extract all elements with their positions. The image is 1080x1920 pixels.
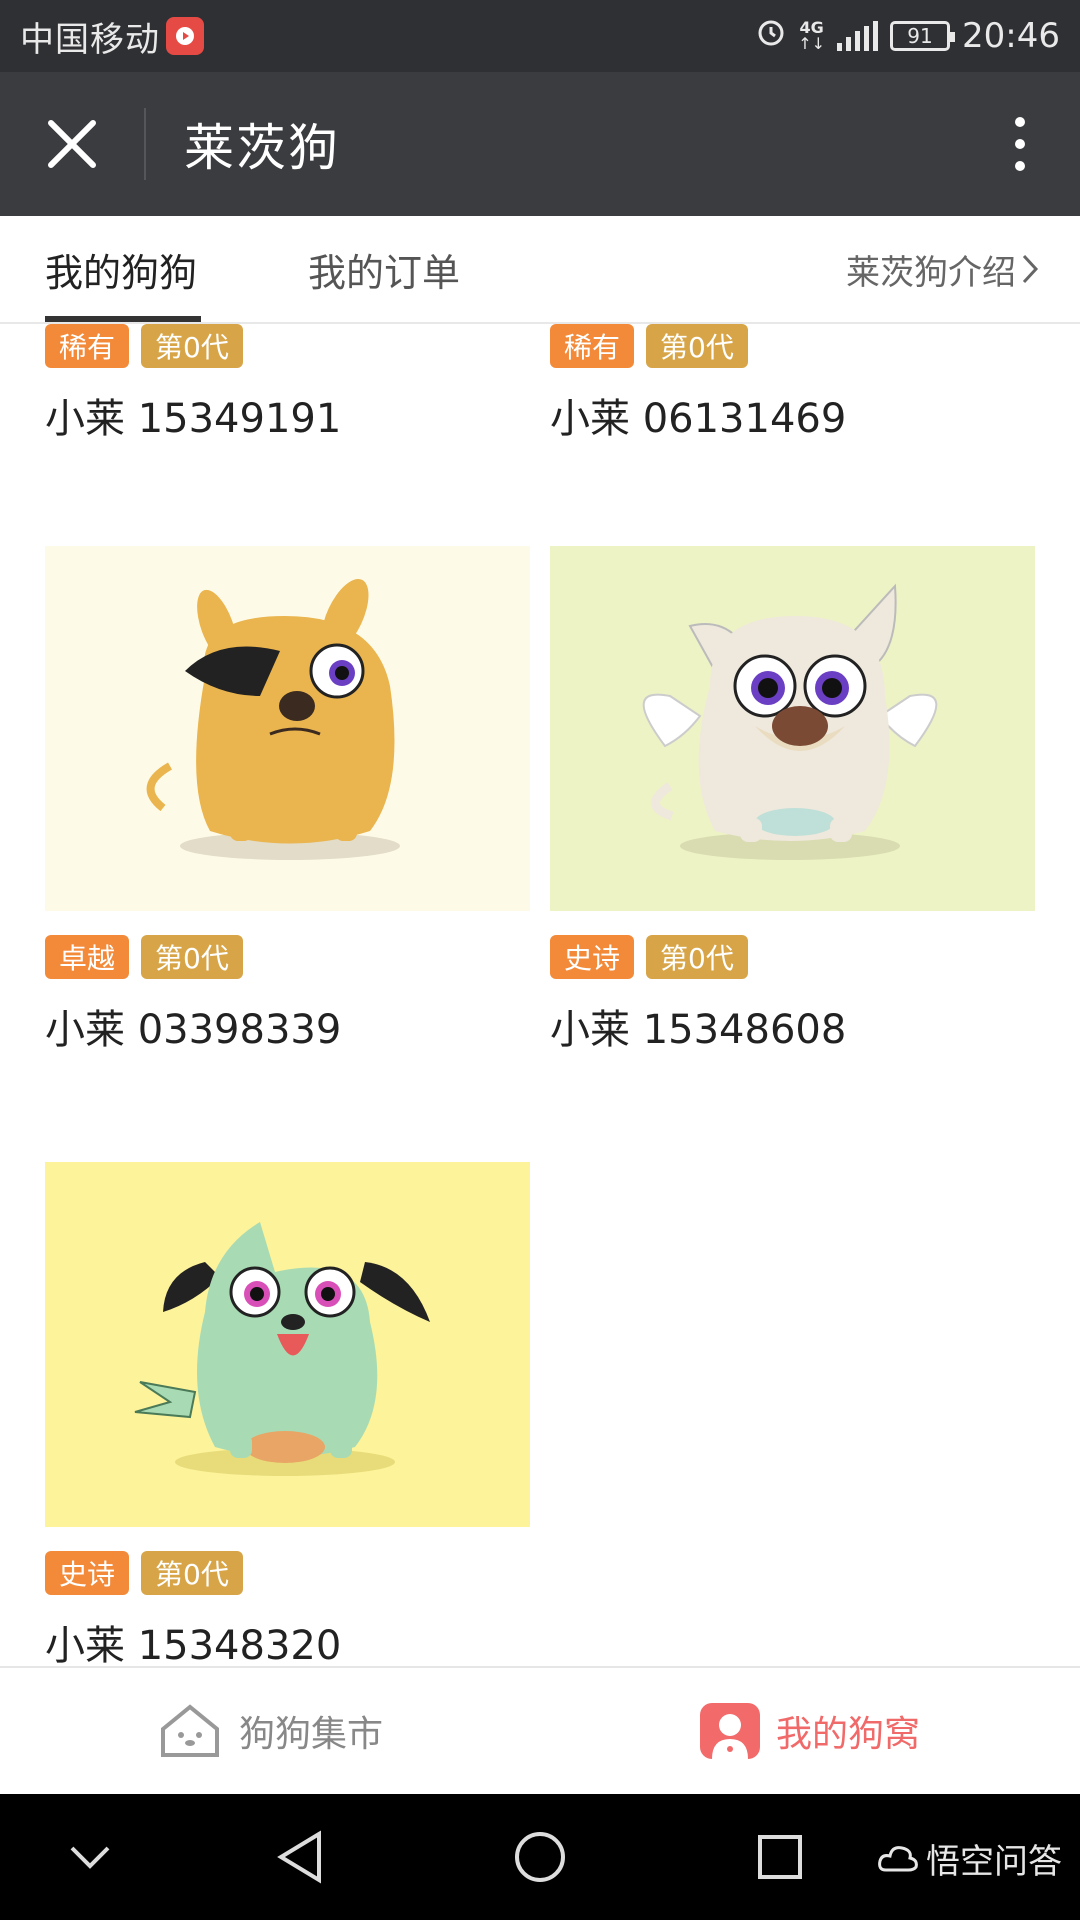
dog-name: 小莱 15348320: [45, 1623, 342, 1666]
title-bar: 莱茨狗: [0, 72, 1080, 216]
rarity-tag: 史诗: [45, 1551, 130, 1595]
dog-name: 小莱 15348608: [550, 1007, 847, 1053]
generation-tag: 第0代: [646, 324, 748, 368]
generation-tag: 第0代: [141, 935, 243, 979]
title-divider: [144, 108, 146, 180]
close-icon: [48, 120, 96, 168]
dog-name: 小莱 15349191: [45, 396, 342, 442]
home-button[interactable]: [480, 1794, 600, 1920]
alarm-icon: [756, 16, 786, 56]
generation-tag: 第0代: [141, 1551, 243, 1595]
recents-square-icon: [758, 1835, 802, 1879]
dog-name: 小莱 06131469: [550, 396, 847, 442]
home-circle-icon: [515, 1832, 565, 1882]
close-button[interactable]: [0, 72, 144, 216]
dog-image: [45, 546, 530, 911]
rarity-tag: 史诗: [550, 935, 635, 979]
tab-my-orders[interactable]: 我的订单: [308, 216, 460, 322]
intro-link[interactable]: 莱茨狗介绍: [846, 216, 1040, 322]
clock: 20:46: [962, 16, 1060, 56]
dog-card[interactable]: 卓越 第0代 小莱 03398339: [45, 546, 530, 1055]
system-nav-bar: 悟空问答: [0, 1794, 1080, 1920]
dog-card[interactable]: 稀有 第0代 小莱 15349191: [45, 324, 530, 444]
dog-card[interactable]: 稀有 第0代 小莱 06131469: [550, 324, 1035, 444]
chevron-right-icon: [1022, 254, 1039, 284]
back-triangle-icon: [277, 1830, 321, 1884]
tab-my-dogs[interactable]: 我的狗狗: [45, 216, 197, 322]
generation-tag: 第0代: [141, 324, 243, 368]
hide-keyboard-button[interactable]: [30, 1794, 150, 1920]
dog-card[interactable]: 史诗 第0代 小莱 15348608: [550, 546, 1035, 1055]
watermark-text: 悟空问答: [926, 1842, 1062, 1882]
tab-bar: 我的狗狗 我的订单 莱茨狗介绍: [0, 216, 1080, 324]
app-notification-icon: [166, 17, 204, 55]
rarity-tag: 卓越: [45, 935, 130, 979]
page-title: 莱茨狗: [184, 119, 340, 177]
nav-dog-market-label: 狗狗集市: [238, 1714, 383, 1755]
recents-button[interactable]: [720, 1794, 840, 1920]
watermark: 悟空问答: [878, 1834, 1062, 1883]
battery-icon: 91: [890, 21, 956, 51]
network-type: 4G ↑↓: [798, 18, 826, 53]
nav-my-kennel[interactable]: 我的狗窝: [540, 1668, 1080, 1794]
dog-card[interactable]: 史诗 第0代 小莱 15348320: [45, 1162, 530, 1666]
dog-house-icon: [160, 1704, 219, 1757]
dog-name: 小莱 03398339: [45, 1007, 342, 1053]
generation-tag: 第0代: [646, 935, 748, 979]
rarity-tag: 稀有: [45, 324, 130, 368]
carrier-name: 中国移动: [20, 19, 160, 60]
my-kennel-icon: [699, 1703, 760, 1759]
status-bar: 中国移动 4G ↑↓ 91 20:46: [0, 0, 1080, 72]
nav-dog-market[interactable]: 狗狗集市: [0, 1668, 540, 1794]
nav-my-kennel-label: 我的狗窝: [775, 1714, 920, 1755]
battery-level: 91: [907, 24, 933, 48]
active-tab-indicator: [45, 316, 201, 322]
signal-icon: [837, 21, 879, 51]
bottom-nav: 狗狗集市 我的狗窝: [0, 1666, 1080, 1794]
dog-image: [45, 1162, 530, 1527]
chevron-down-icon: [70, 1846, 110, 1869]
dog-image: [550, 546, 1035, 911]
cloud-logo-icon: [878, 1845, 918, 1871]
dog-list: 稀有 第0代 小莱 15349191 稀有 第0代 小莱 06131469 卓越…: [0, 324, 1080, 1666]
back-button[interactable]: [240, 1794, 360, 1920]
intro-link-label: 莱茨狗介绍: [846, 252, 1016, 293]
more-menu-button[interactable]: [960, 72, 1080, 216]
rarity-tag: 稀有: [550, 324, 635, 368]
